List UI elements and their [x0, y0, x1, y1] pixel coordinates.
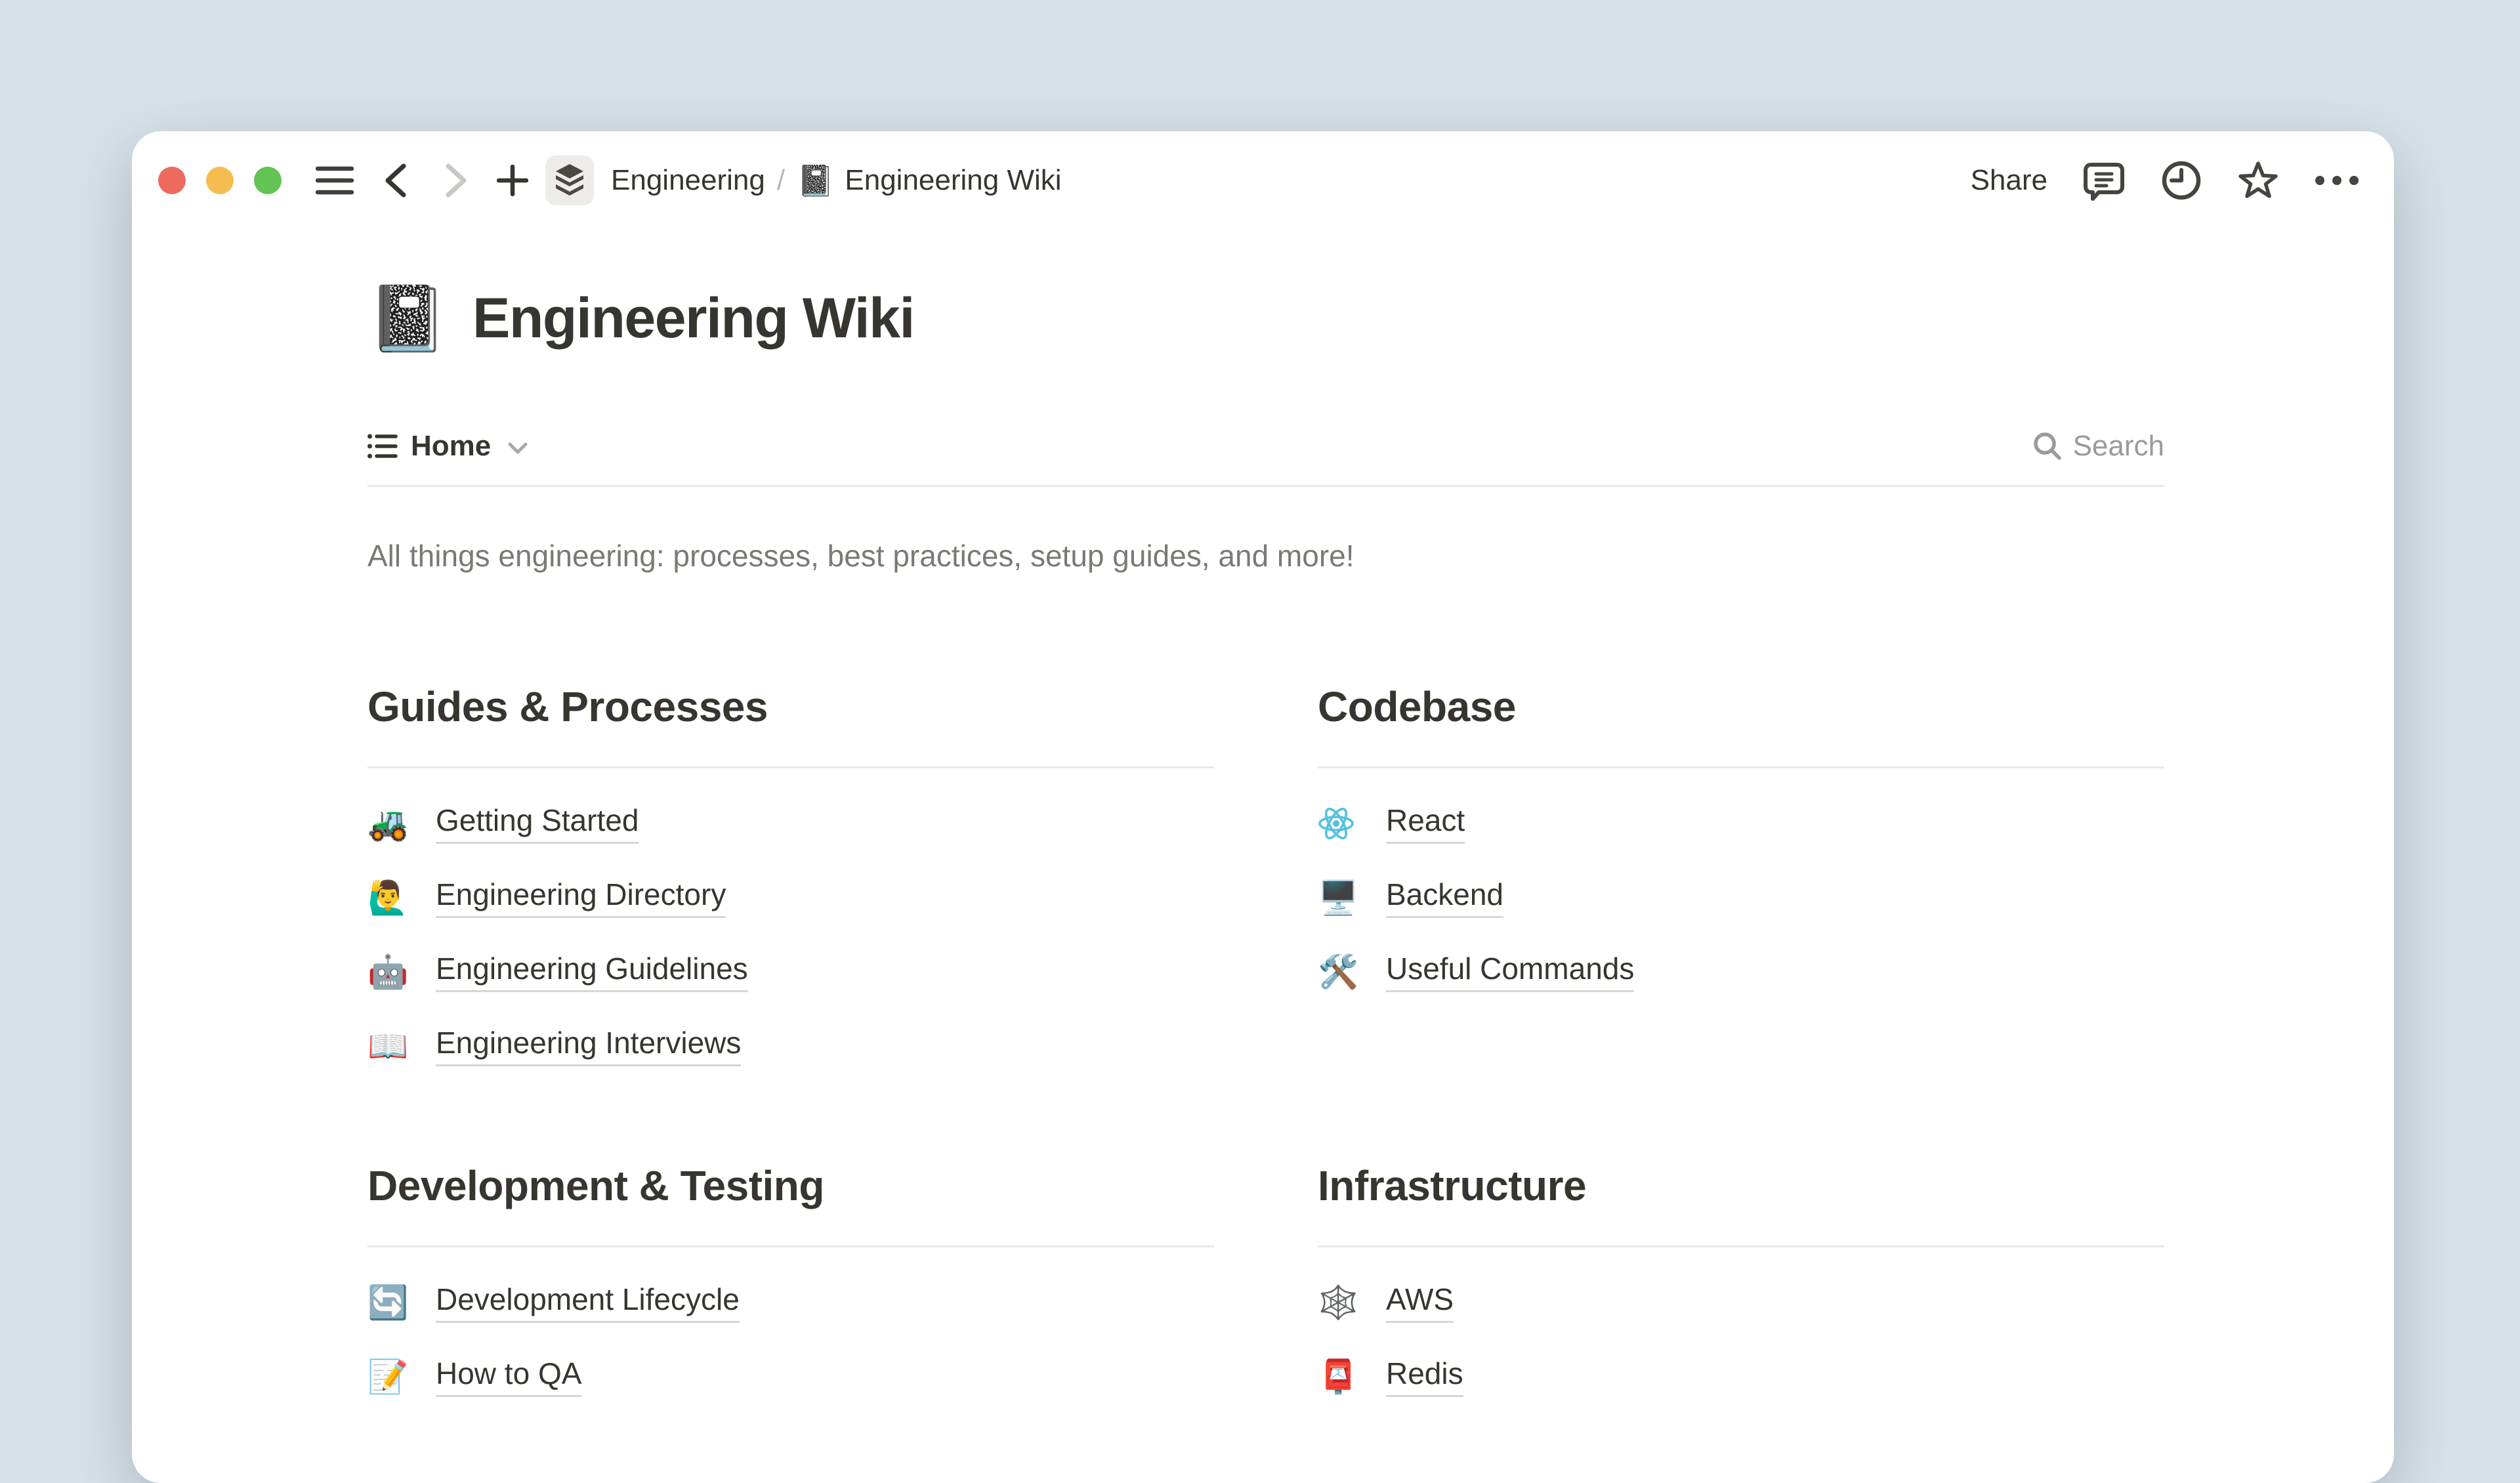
raising-hand-emoji-icon: 🙋‍♂️	[368, 881, 436, 914]
section-divider	[1318, 1245, 2164, 1247]
window-titlebar: Engineering / 📓 Engineering Wiki Share	[132, 131, 2394, 220]
search-icon	[2032, 431, 2063, 461]
list-item: 🚜 Getting Started	[368, 786, 1214, 860]
minimize-window-button[interactable]	[206, 167, 234, 194]
search-control[interactable]: Search	[2032, 430, 2164, 463]
list-item: 🤖 Engineering Guidelines	[368, 934, 1214, 1009]
more-options-icon[interactable]	[2314, 175, 2360, 186]
close-window-button[interactable]	[158, 167, 186, 194]
tractor-emoji-icon: 🚜	[368, 807, 436, 840]
open-book-emoji-icon: 📖	[368, 1030, 436, 1062]
breadcrumb-separator: /	[777, 164, 785, 197]
section-title: Codebase	[1318, 682, 2164, 731]
section-title: Infrastructure	[1318, 1161, 2164, 1210]
link-engineering-directory[interactable]: Engineering Directory	[436, 877, 726, 918]
link-aws[interactable]: AWS	[1386, 1282, 1454, 1323]
section-divider	[368, 1245, 1214, 1247]
sections-grid: Guides & Processes 🚜 Getting Started 🙋‍♂…	[368, 682, 2164, 1413]
memo-emoji-icon: 📝	[368, 1360, 436, 1393]
link-redis[interactable]: Redis	[1386, 1356, 1463, 1397]
sidebar-menu-icon[interactable]	[316, 165, 354, 196]
section-divider	[1318, 766, 2164, 768]
back-icon[interactable]	[384, 163, 408, 198]
react-logo-icon	[1318, 806, 1386, 841]
page-description[interactable]: All things engineering: processes, best …	[368, 537, 2164, 575]
page-title[interactable]: Engineering Wiki	[472, 281, 914, 356]
link-useful-commands[interactable]: Useful Commands	[1386, 951, 1634, 992]
page-content: 📓 Engineering Wiki Home	[368, 279, 2164, 1413]
chevron-down-icon	[508, 442, 528, 454]
share-button[interactable]: Share	[1971, 164, 2048, 197]
list-item: 🛠️ Useful Commands	[1318, 934, 2164, 1009]
favorite-star-icon[interactable]	[2238, 161, 2278, 200]
link-engineering-interviews[interactable]: Engineering Interviews	[436, 1025, 741, 1066]
section-guides-processes: Guides & Processes 🚜 Getting Started 🙋‍♂…	[368, 682, 1214, 1083]
breadcrumb: Engineering / 📓 Engineering Wiki	[611, 164, 1062, 197]
list-item: React	[1318, 786, 2164, 860]
list-item: 📮 Redis	[1318, 1339, 2164, 1413]
breadcrumb-page[interactable]: Engineering Wiki	[845, 164, 1061, 197]
page-notebook-emoji-icon[interactable]: 📓	[368, 279, 448, 358]
view-tabs-row: Home Search	[368, 425, 2164, 468]
new-page-icon[interactable]	[497, 165, 528, 196]
section-development-testing: Development & Testing 🔄 Development Life…	[368, 1161, 1214, 1413]
topbar-actions: Share	[1971, 159, 2360, 201]
section-infrastructure: Infrastructure 🕸️ AWS 📮 Redis	[1318, 1161, 2164, 1413]
list-view-icon	[368, 432, 398, 460]
list-item: 🙋‍♂️ Engineering Directory	[368, 860, 1214, 934]
section-codebase: Codebase	[1318, 682, 2164, 1083]
layers-icon	[553, 163, 586, 198]
link-how-to-qa[interactable]: How to QA	[436, 1356, 581, 1397]
list-item: 🕸️ AWS	[1318, 1265, 2164, 1339]
macos-traffic-lights	[158, 167, 282, 194]
link-backend[interactable]: Backend	[1386, 877, 1503, 918]
search-label: Search	[2073, 430, 2164, 463]
tab-home-label: Home	[411, 430, 491, 463]
section-divider	[368, 766, 1214, 768]
link-engineering-guidelines[interactable]: Engineering Guidelines	[436, 951, 748, 992]
list-item: 📖 Engineering Interviews	[368, 1009, 1214, 1083]
list-item: 🔄 Development Lifecycle	[368, 1265, 1214, 1339]
desktop-computer-emoji-icon: 🖥️	[1318, 881, 1386, 914]
link-development-lifecycle[interactable]: Development Lifecycle	[436, 1282, 740, 1323]
list-item: 🖥️ Backend	[1318, 860, 2164, 934]
breadcrumb-workspace[interactable]: Engineering	[611, 164, 765, 197]
spider-web-emoji-icon: 🕸️	[1318, 1286, 1386, 1319]
section-title: Development & Testing	[368, 1161, 1214, 1210]
zoom-window-button[interactable]	[254, 167, 282, 194]
notebook-emoji-icon: 📓	[797, 165, 834, 196]
notion-window: Engineering / 📓 Engineering Wiki Share	[132, 131, 2394, 1483]
page-title-row: 📓 Engineering Wiki	[368, 279, 2164, 358]
forward-icon[interactable]	[444, 163, 468, 198]
comments-icon[interactable]	[2083, 159, 2125, 201]
view-divider	[368, 485, 2164, 487]
hammer-wrench-emoji-icon: 🛠️	[1318, 955, 1386, 988]
tab-home[interactable]: Home	[368, 430, 528, 463]
postbox-emoji-icon: 📮	[1318, 1360, 1386, 1393]
updates-clock-icon[interactable]	[2160, 159, 2202, 201]
list-item: 📝 How to QA	[368, 1339, 1214, 1413]
teamspace-chip[interactable]	[545, 156, 594, 205]
section-title: Guides & Processes	[368, 682, 1214, 731]
link-getting-started[interactable]: Getting Started	[436, 803, 639, 844]
robot-emoji-icon: 🤖	[368, 955, 436, 988]
arrows-cycle-emoji-icon: 🔄	[368, 1286, 436, 1319]
link-react[interactable]: React	[1386, 803, 1465, 844]
